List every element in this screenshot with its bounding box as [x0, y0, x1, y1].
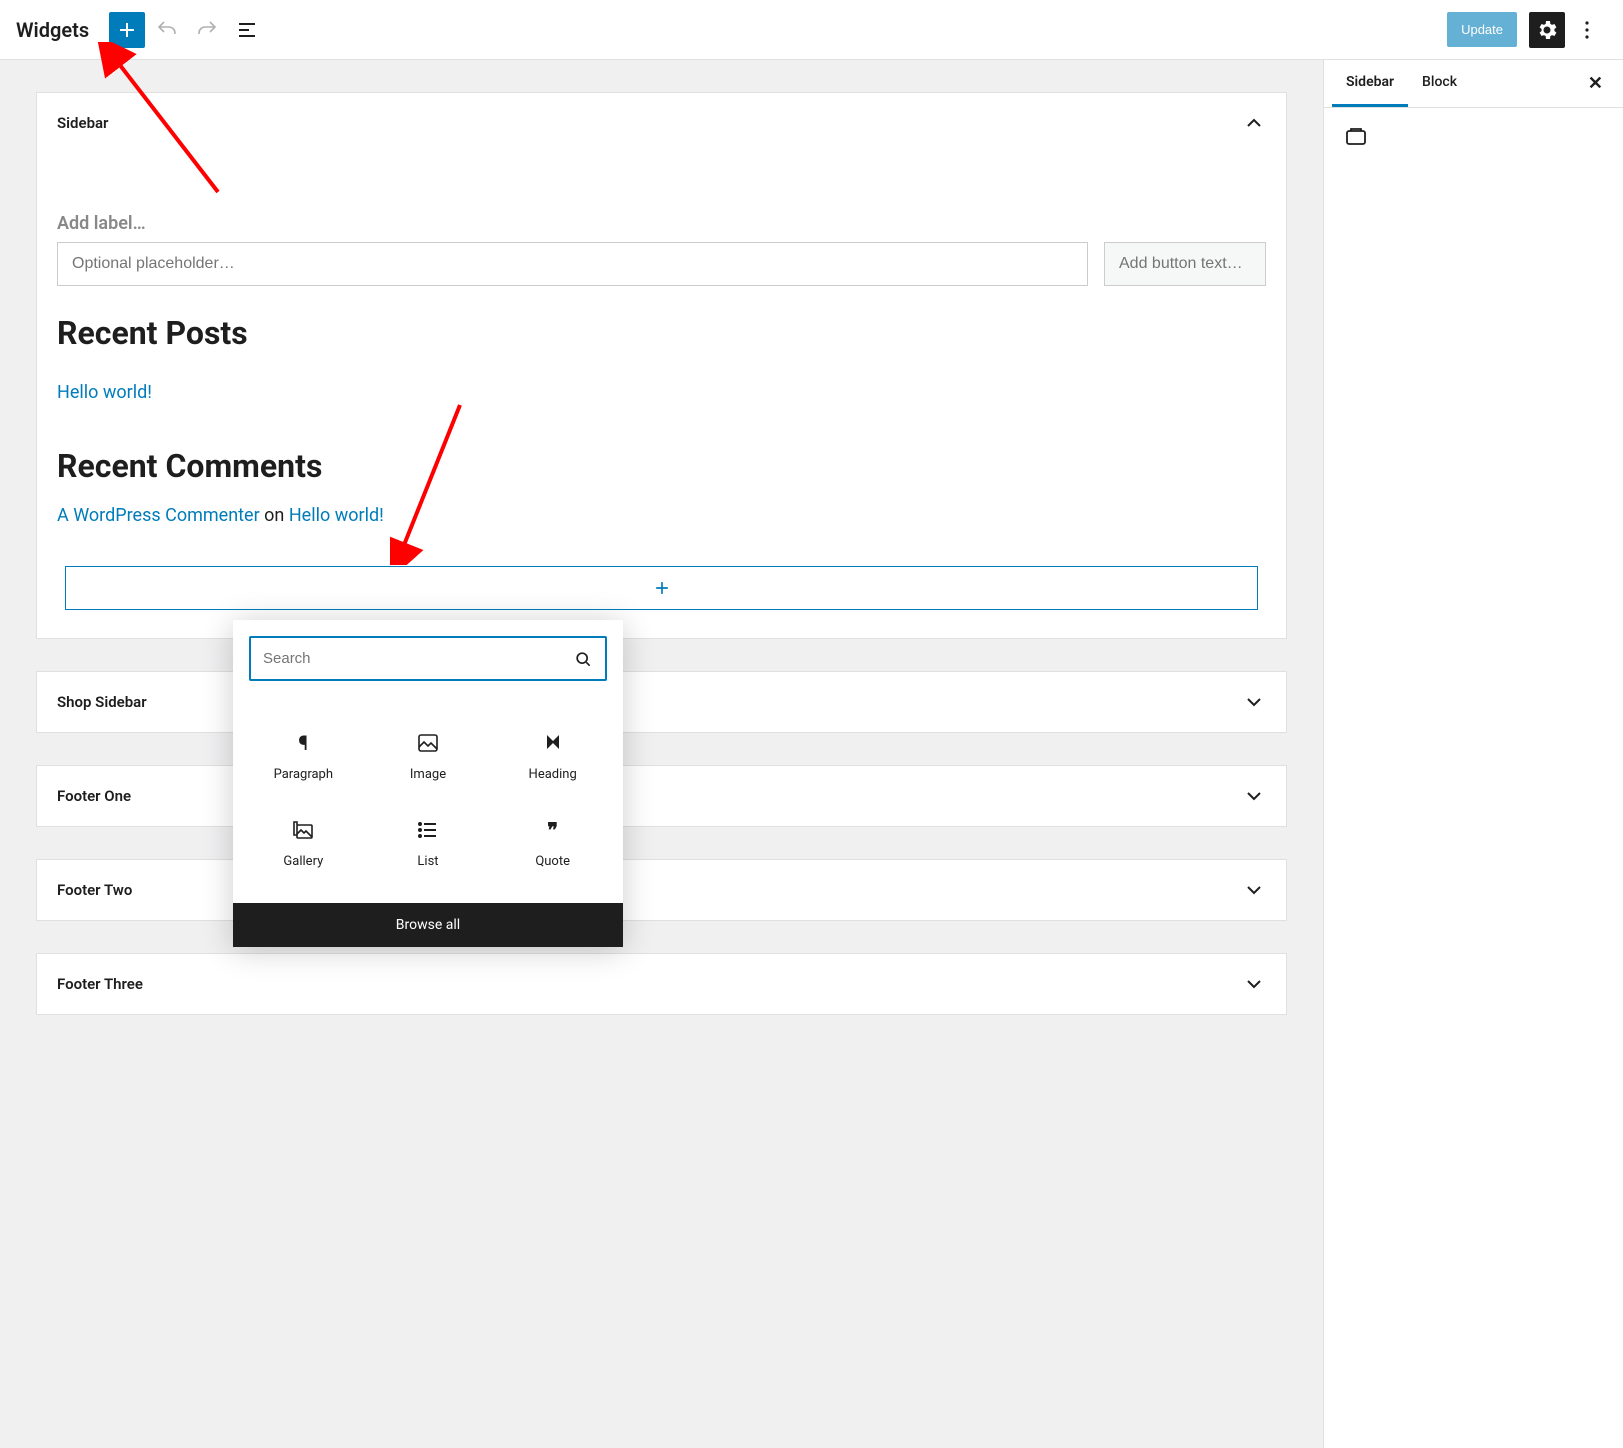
- top-toolbar: Widgets Update: [0, 0, 1623, 60]
- more-vertical-icon: [1575, 18, 1599, 42]
- quote-icon: ❞: [541, 818, 565, 842]
- chevron-down-icon: [1242, 690, 1266, 714]
- settings-button[interactable]: [1529, 12, 1565, 48]
- settings-sidebar: Sidebar Block ✕: [1323, 60, 1623, 1448]
- image-icon: [416, 731, 440, 755]
- recent-comments-heading: Recent Comments: [57, 447, 1266, 485]
- comment-on-text: on: [260, 505, 289, 526]
- widget-area-sidebar: Sidebar Add label… Recent Posts Hello wo…: [36, 92, 1287, 639]
- list-view-icon: [235, 18, 259, 42]
- block-image[interactable]: Image: [366, 713, 491, 800]
- block-paragraph[interactable]: ¶ Paragraph: [241, 713, 366, 800]
- recent-posts-heading: Recent Posts: [57, 314, 1266, 352]
- widget-area-shop-sidebar: Shop Sidebar: [36, 671, 1287, 733]
- block-inserter-popover: ¶ Paragraph Image Heading Gallery: [233, 620, 623, 947]
- page-title: Widgets: [16, 18, 89, 42]
- browse-all-button[interactable]: Browse all: [233, 903, 623, 947]
- list-icon: [416, 818, 440, 842]
- paragraph-icon: ¶: [291, 731, 315, 755]
- block-gallery[interactable]: Gallery: [241, 800, 366, 887]
- widget-area-title: Footer One: [57, 787, 131, 805]
- widget-area-icon: [1344, 124, 1368, 148]
- update-button[interactable]: Update: [1447, 12, 1517, 47]
- block-heading[interactable]: Heading: [490, 713, 615, 800]
- undo-icon: [155, 18, 179, 42]
- search-placeholder-input[interactable]: [57, 242, 1088, 286]
- widget-area-footer-one-header[interactable]: Footer One: [37, 766, 1286, 826]
- widget-area-footer-one: Footer One: [36, 765, 1287, 827]
- undo-button[interactable]: [149, 12, 185, 48]
- add-block-button[interactable]: [109, 12, 145, 48]
- comment-post-link[interactable]: Hello world!: [289, 505, 384, 526]
- more-options-button[interactable]: [1569, 12, 1605, 48]
- heading-icon: [541, 731, 565, 755]
- list-view-button[interactable]: [229, 12, 265, 48]
- block-label: Image: [410, 767, 446, 782]
- chevron-down-icon: [1242, 972, 1266, 996]
- widget-area-title: Sidebar: [57, 114, 108, 132]
- gallery-icon: [291, 818, 315, 842]
- recent-post-link[interactable]: Hello world!: [57, 382, 152, 403]
- redo-button[interactable]: [189, 12, 225, 48]
- block-label: Quote: [535, 854, 570, 869]
- block-label: Heading: [529, 767, 577, 782]
- commenter-link[interactable]: A WordPress Commenter: [57, 505, 260, 526]
- widget-area-shop-sidebar-header[interactable]: Shop Sidebar: [37, 672, 1286, 732]
- redo-icon: [195, 18, 219, 42]
- canvas: Sidebar Add label… Recent Posts Hello wo…: [0, 60, 1323, 1448]
- chevron-up-icon: [1242, 111, 1266, 135]
- add-block-appender[interactable]: [65, 566, 1258, 610]
- recent-comment-item: A WordPress Commenter on Hello world!: [57, 505, 1266, 526]
- widget-area-title: Shop Sidebar: [57, 693, 147, 711]
- widget-area-sidebar-header[interactable]: Sidebar: [37, 93, 1286, 153]
- gear-icon: [1535, 18, 1559, 42]
- tab-block[interactable]: Block: [1408, 60, 1471, 107]
- block-quote[interactable]: ❞ Quote: [490, 800, 615, 887]
- widget-area-footer-two-header[interactable]: Footer Two: [37, 860, 1286, 920]
- widget-area-footer-two: Footer Two: [36, 859, 1287, 921]
- chevron-down-icon: [1242, 784, 1266, 808]
- block-label: Paragraph: [274, 767, 333, 782]
- block-label: List: [417, 854, 438, 869]
- inserter-search-input[interactable]: [249, 636, 607, 681]
- plus-icon: [652, 578, 672, 598]
- search-label[interactable]: Add label…: [57, 213, 1266, 234]
- plus-icon: [115, 18, 139, 42]
- widget-area-title: Footer Two: [57, 881, 132, 899]
- search-icon: [573, 649, 593, 669]
- tab-sidebar[interactable]: Sidebar: [1332, 60, 1408, 107]
- block-label: Gallery: [283, 854, 323, 869]
- widget-area-footer-three-header[interactable]: Footer Three: [37, 954, 1286, 1014]
- widget-area-title: Footer Three: [57, 975, 143, 993]
- widget-area-footer-three: Footer Three: [36, 953, 1287, 1015]
- search-button-text-input[interactable]: [1104, 242, 1266, 286]
- chevron-down-icon: [1242, 878, 1266, 902]
- close-sidebar-button[interactable]: ✕: [1576, 65, 1615, 102]
- block-list[interactable]: List: [366, 800, 491, 887]
